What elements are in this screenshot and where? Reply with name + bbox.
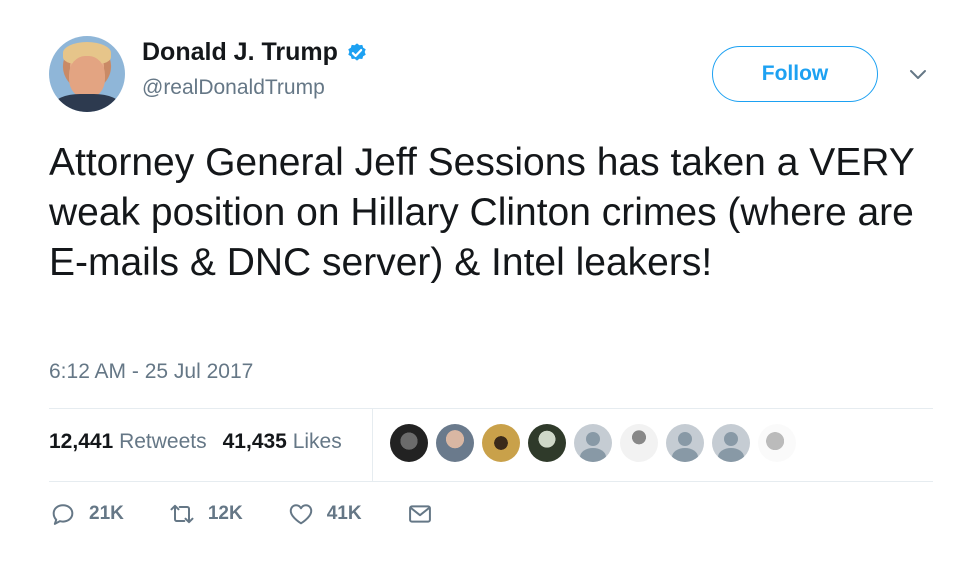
author-display-name[interactable]: Donald J. Trump bbox=[142, 38, 338, 67]
retweet-count: 12K bbox=[207, 503, 243, 524]
liker-avatars bbox=[390, 424, 796, 462]
verified-badge-icon bbox=[348, 42, 366, 61]
avatar-face bbox=[69, 56, 105, 98]
retweets-label: Retweets bbox=[119, 430, 207, 453]
reply-icon bbox=[52, 504, 74, 525]
tweet-actions: 21K 12K 41K bbox=[49, 500, 478, 528]
author-handle[interactable]: @realDonaldTrump bbox=[142, 76, 325, 100]
tweet-text: Attorney General Jeff Sessions has taken… bbox=[49, 141, 915, 284]
liker-default-avatar[interactable] bbox=[574, 424, 612, 462]
liker-avatar[interactable] bbox=[482, 424, 520, 462]
likes-label: Likes bbox=[292, 430, 342, 453]
likes-stat[interactable]: 41,435 Likes bbox=[223, 430, 342, 454]
divider-top bbox=[49, 408, 933, 409]
tweet-stats: 12,441 Retweets 41,435 Likes bbox=[49, 430, 342, 454]
heart-icon bbox=[289, 504, 312, 525]
tweet-timestamp[interactable]: 6:12 AM - 25 Jul 2017 bbox=[49, 360, 253, 384]
likes-count: 41,435 bbox=[222, 430, 287, 453]
liker-default-avatar[interactable] bbox=[712, 424, 750, 462]
direct-message-button[interactable] bbox=[406, 500, 434, 528]
retweets-stat[interactable]: 12,441 Retweets bbox=[49, 430, 207, 454]
author-avatar[interactable] bbox=[49, 36, 125, 112]
liker-avatar[interactable] bbox=[390, 424, 428, 462]
reply-button[interactable]: 21K bbox=[49, 500, 124, 528]
chevron-down-icon[interactable] bbox=[906, 62, 930, 86]
retweet-icon bbox=[170, 504, 194, 524]
liker-avatar[interactable] bbox=[528, 424, 566, 462]
follow-button[interactable]: Follow bbox=[712, 46, 878, 102]
retweets-count: 12,441 bbox=[49, 430, 114, 453]
envelope-icon bbox=[408, 505, 431, 523]
liker-avatar[interactable] bbox=[620, 424, 658, 462]
avatar-suit bbox=[53, 94, 121, 112]
liker-default-avatar[interactable] bbox=[666, 424, 704, 462]
like-button[interactable]: 41K bbox=[287, 500, 362, 528]
like-count: 41K bbox=[326, 503, 362, 524]
retweet-button[interactable]: 12K bbox=[168, 500, 243, 528]
reply-count: 21K bbox=[89, 503, 124, 524]
liker-avatar[interactable] bbox=[758, 424, 796, 462]
divider-bottom bbox=[49, 481, 933, 482]
stats-divider bbox=[372, 409, 373, 481]
liker-avatar[interactable] bbox=[436, 424, 474, 462]
author-name-row: Donald J. Trump bbox=[142, 38, 368, 67]
